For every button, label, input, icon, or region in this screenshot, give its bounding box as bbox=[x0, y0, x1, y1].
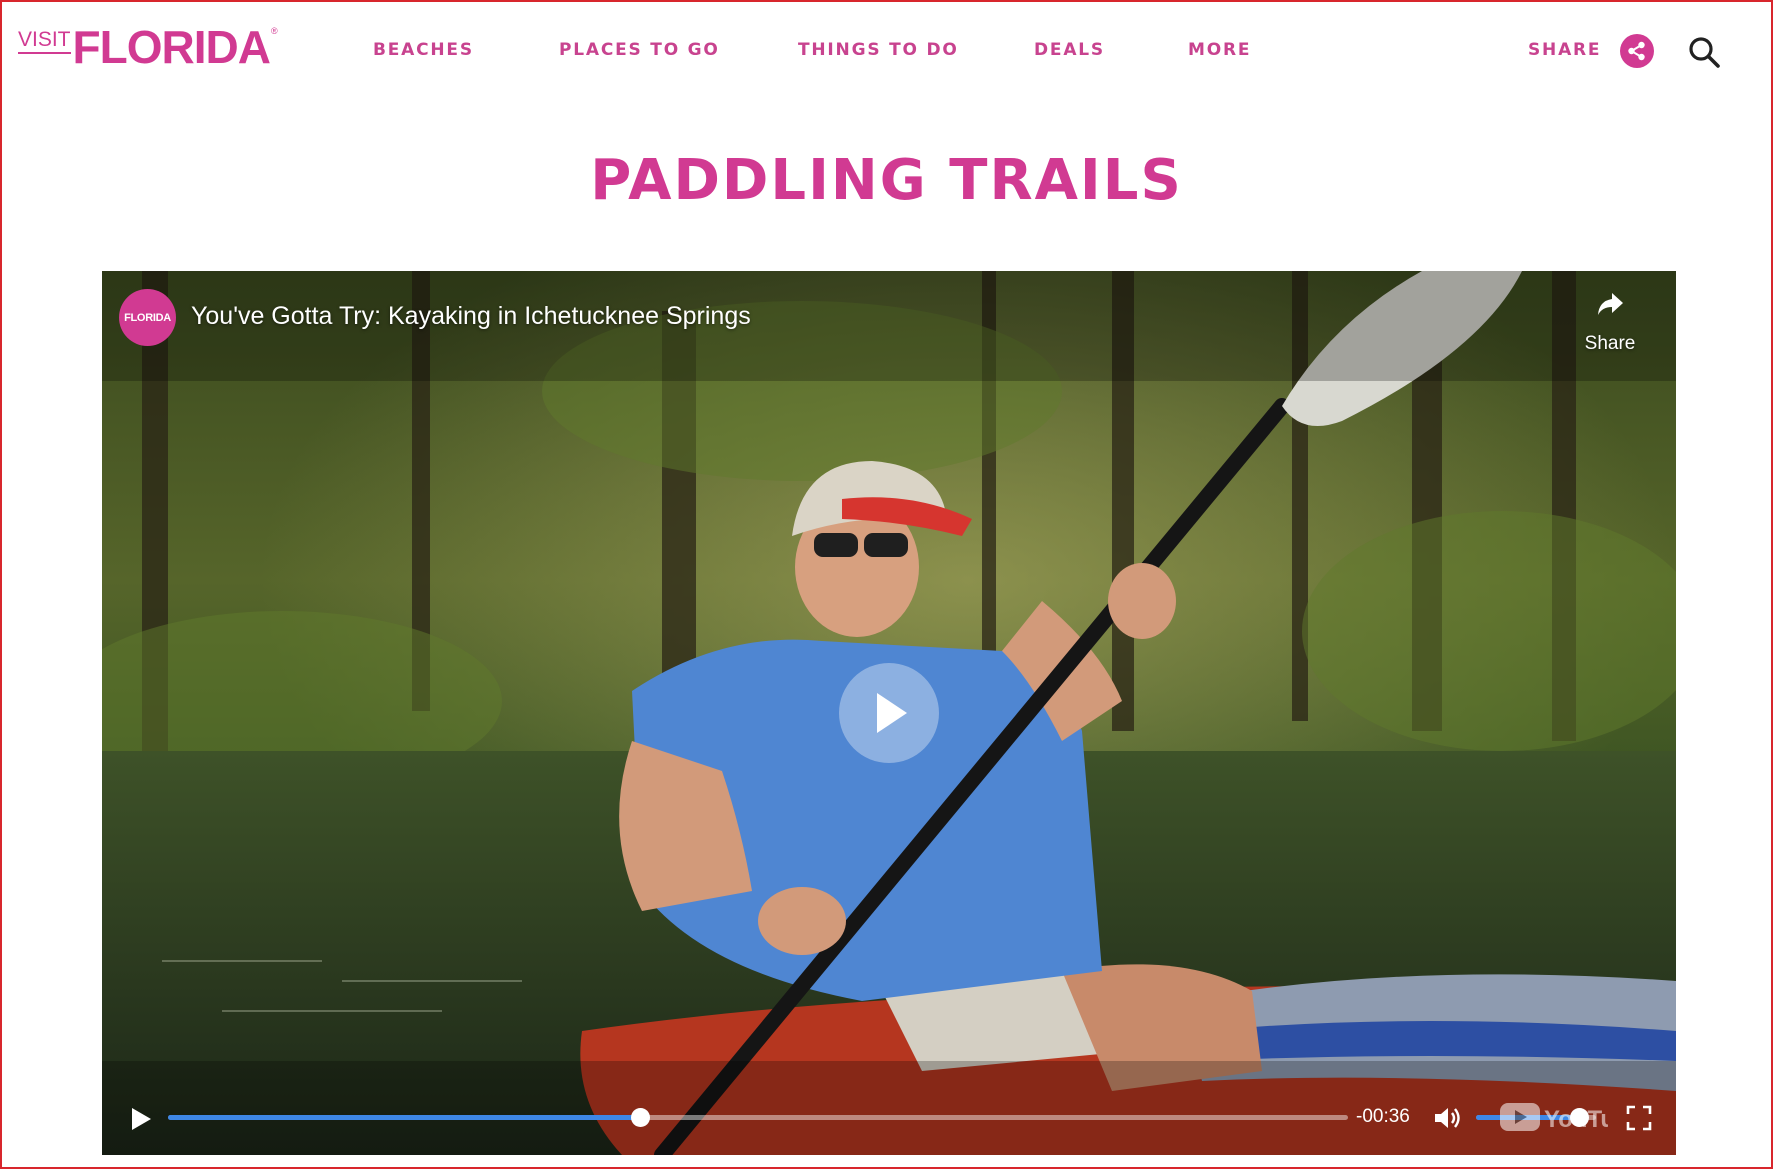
progress-bar[interactable] bbox=[168, 1108, 1348, 1127]
video-share-button[interactable]: Share bbox=[1580, 289, 1640, 359]
share-link[interactable]: SHARE bbox=[1528, 40, 1601, 60]
logo-visit-text: VISIT bbox=[18, 29, 71, 54]
video-title[interactable]: You've Gotta Try: Kayaking in Ichetuckne… bbox=[191, 302, 751, 331]
play-icon bbox=[132, 1108, 151, 1130]
site-header: VISIT FLORIDA ® BEACHES PLACES TO GO THI… bbox=[0, 0, 1773, 104]
progress-scrubber[interactable] bbox=[631, 1108, 650, 1127]
nav-item-places-to-go[interactable]: PLACES TO GO bbox=[559, 40, 720, 60]
volume-icon[interactable] bbox=[1432, 1103, 1462, 1133]
play-icon bbox=[877, 693, 907, 733]
progress-fill bbox=[168, 1115, 640, 1120]
nav-item-things-to-do[interactable]: THINGS TO DO bbox=[798, 40, 959, 60]
nav-item-beaches[interactable]: BEACHES bbox=[373, 40, 474, 60]
search-icon[interactable] bbox=[1686, 34, 1722, 70]
share-icon[interactable] bbox=[1620, 34, 1654, 68]
fullscreen-icon[interactable] bbox=[1626, 1105, 1652, 1131]
video-player[interactable]: FLORIDA You've Gotta Try: Kayaking in Ic… bbox=[102, 271, 1676, 1155]
youtube-logo[interactable]: YouTube bbox=[1498, 1097, 1643, 1137]
time-remaining: -00:36 bbox=[1356, 1106, 1410, 1127]
nav-item-more[interactable]: MORE bbox=[1188, 40, 1251, 60]
nav-item-deals[interactable]: DEALS bbox=[1034, 40, 1105, 60]
channel-avatar[interactable]: FLORIDA bbox=[119, 289, 176, 346]
logo-registered-mark: ® bbox=[270, 26, 278, 36]
logo-florida-text: FLORIDA bbox=[72, 21, 271, 73]
big-play-button[interactable] bbox=[839, 663, 939, 763]
play-pause-button[interactable] bbox=[126, 1105, 154, 1133]
video-controls: -00:36 YouTube bbox=[102, 1091, 1676, 1155]
page-title: PADDLING TRAILS bbox=[590, 148, 1183, 213]
share-arrow-icon bbox=[1598, 293, 1623, 315]
video-share-label: Share bbox=[1584, 333, 1636, 354]
youtube-logo-text: YouTube bbox=[1544, 1106, 1608, 1133]
visit-florida-logo[interactable]: VISIT FLORIDA ® bbox=[18, 22, 278, 78]
